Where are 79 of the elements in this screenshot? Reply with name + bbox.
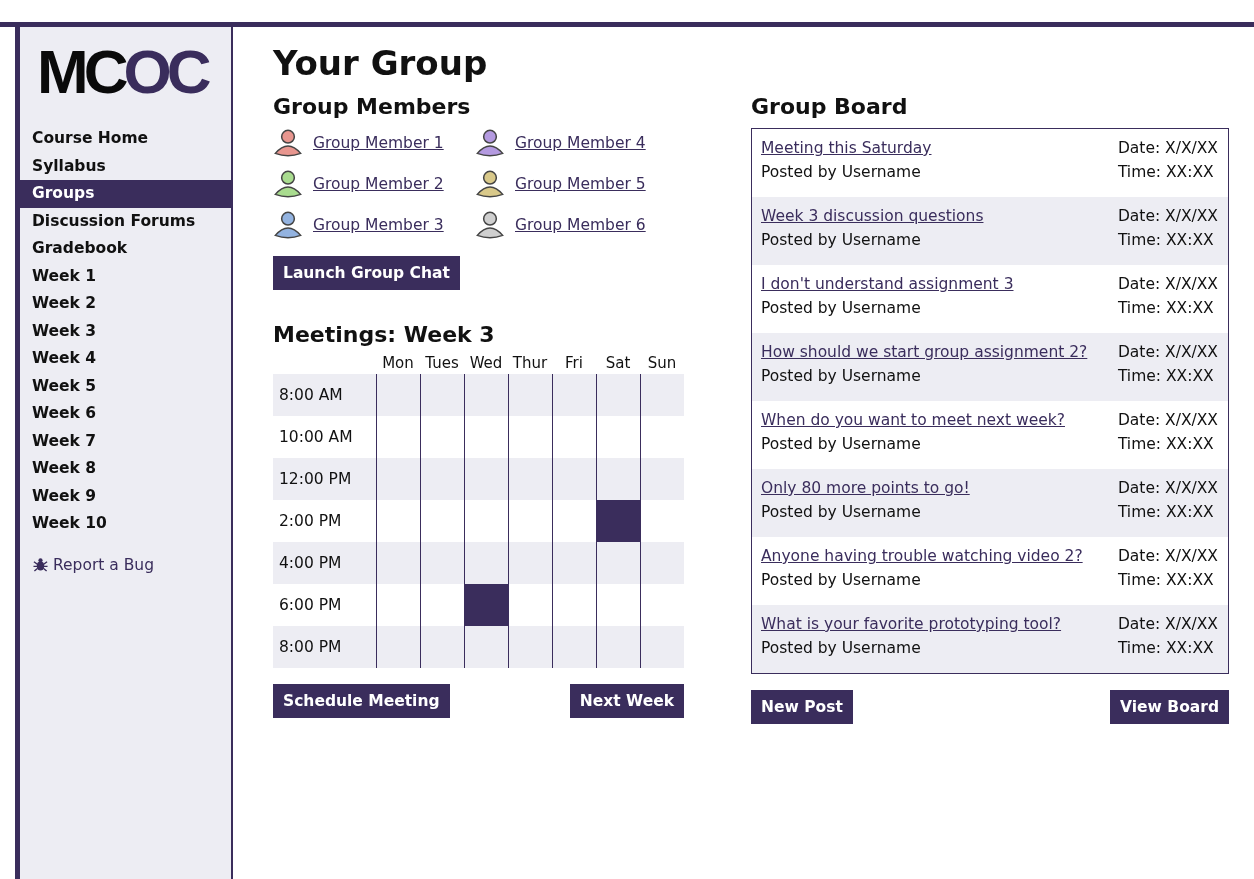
post-date: Date: X/X/XX [1117,479,1218,497]
day-header: Sun [646,354,678,374]
post-link[interactable]: Anyone having trouble watching video 2? [761,547,1083,565]
nav-item[interactable]: Week 6 [20,400,231,428]
post-author: Posted by Username [761,435,922,453]
post-time: Time: XX:XX [1117,231,1215,249]
day-header: Mon [381,354,415,374]
post-link[interactable]: What is your favorite prototyping tool? [761,615,1062,633]
post-author: Posted by Username [761,367,922,385]
board-button[interactable]: New Post [751,690,853,724]
member-link[interactable]: Group Member 1 [313,134,444,152]
post-time: Time: XX:XX [1117,435,1215,453]
launch-chat-button[interactable]: Launch Group Chat [273,256,460,290]
bug-icon [33,557,48,572]
post-time: Time: XX:XX [1117,571,1215,589]
time-label: 4:00 PM [278,554,343,572]
post-author: Posted by Username [761,231,922,249]
post-date: Date: X/X/XX [1117,547,1218,565]
nav-item[interactable]: Week 9 [20,482,231,510]
page-title: Your Group [273,42,489,84]
post-date: Date: X/X/XX [1117,139,1218,157]
meeting-button[interactable]: Schedule Meeting [273,684,450,718]
nav-item[interactable]: Week 7 [20,427,231,455]
post-link[interactable]: I don't understand assignment 3 [761,275,1014,293]
post-time: Time: XX:XX [1117,639,1215,657]
post-author: Posted by Username [761,571,922,589]
meeting-button[interactable]: Next Week [569,684,684,718]
time-label: 8:00 AM [278,386,344,404]
post-time: Time: XX:XX [1117,299,1215,317]
day-header: Wed [468,354,504,374]
nav-item[interactable]: Discussion Forums [20,207,231,235]
day-header: Tues [424,354,460,374]
post-author: Posted by Username [761,503,922,521]
nav-item[interactable]: Week 8 [20,455,231,483]
nav-item[interactable]: Groups [20,180,231,208]
report-bug-link[interactable]: Report a Bug [53,555,155,574]
nav-item[interactable]: Week 5 [20,372,231,400]
nav-item[interactable]: Week 2 [20,290,231,318]
nav-item[interactable]: Week 10 [20,510,231,538]
time-label: 10:00 AM [278,428,354,446]
nav-item[interactable]: Week 1 [20,262,231,290]
member-link[interactable]: Group Member 2 [313,175,444,193]
nav-item[interactable]: Week 4 [20,345,231,373]
time-label: 2:00 PM [278,512,343,530]
post-time: Time: XX:XX [1117,367,1215,385]
post-time: Time: XX:XX [1117,163,1215,181]
member-link[interactable]: Group Member 6 [515,216,646,234]
time-label: 6:00 PM [278,596,343,614]
post-date: Date: X/X/XX [1117,275,1218,293]
post-link[interactable]: Meeting this Saturday [761,139,932,157]
section-title: Group Board [751,93,909,121]
nav-item[interactable]: Gradebook [20,235,231,263]
post-author: Posted by Username [761,299,922,317]
member-link[interactable]: Group Member 3 [313,216,444,234]
logo: MCOC [36,37,208,107]
time-label: 12:00 PM [278,470,353,488]
post-date: Date: X/X/XX [1117,615,1218,633]
section-title: Group Members [273,93,472,121]
day-header: Thur [511,354,549,374]
member-link[interactable]: Group Member 5 [515,175,646,193]
day-header: Sat [604,354,632,374]
nav-item[interactable]: Course Home [20,125,231,153]
board-button[interactable]: View Board [1110,690,1229,724]
post-author: Posted by Username [761,163,922,181]
post-date: Date: X/X/XX [1117,207,1218,225]
post-link[interactable]: Only 80 more points to go! [761,479,970,497]
nav-item[interactable]: Week 3 [20,317,231,345]
post-time: Time: XX:XX [1117,503,1215,521]
post-link[interactable]: Week 3 discussion questions [761,207,984,225]
time-label: 8:00 PM [278,638,343,656]
post-link[interactable]: How should we start group assignment 2? [761,343,1088,361]
post-author: Posted by Username [761,639,922,657]
section-title: Meetings: Week 3 [273,321,496,349]
post-date: Date: X/X/XX [1117,343,1218,361]
day-header: Fri [564,354,584,374]
post-date: Date: X/X/XX [1117,411,1218,429]
member-link[interactable]: Group Member 4 [515,134,646,152]
post-link[interactable]: When do you want to meet next week? [761,411,1065,429]
nav-item[interactable]: Syllabus [20,152,231,180]
